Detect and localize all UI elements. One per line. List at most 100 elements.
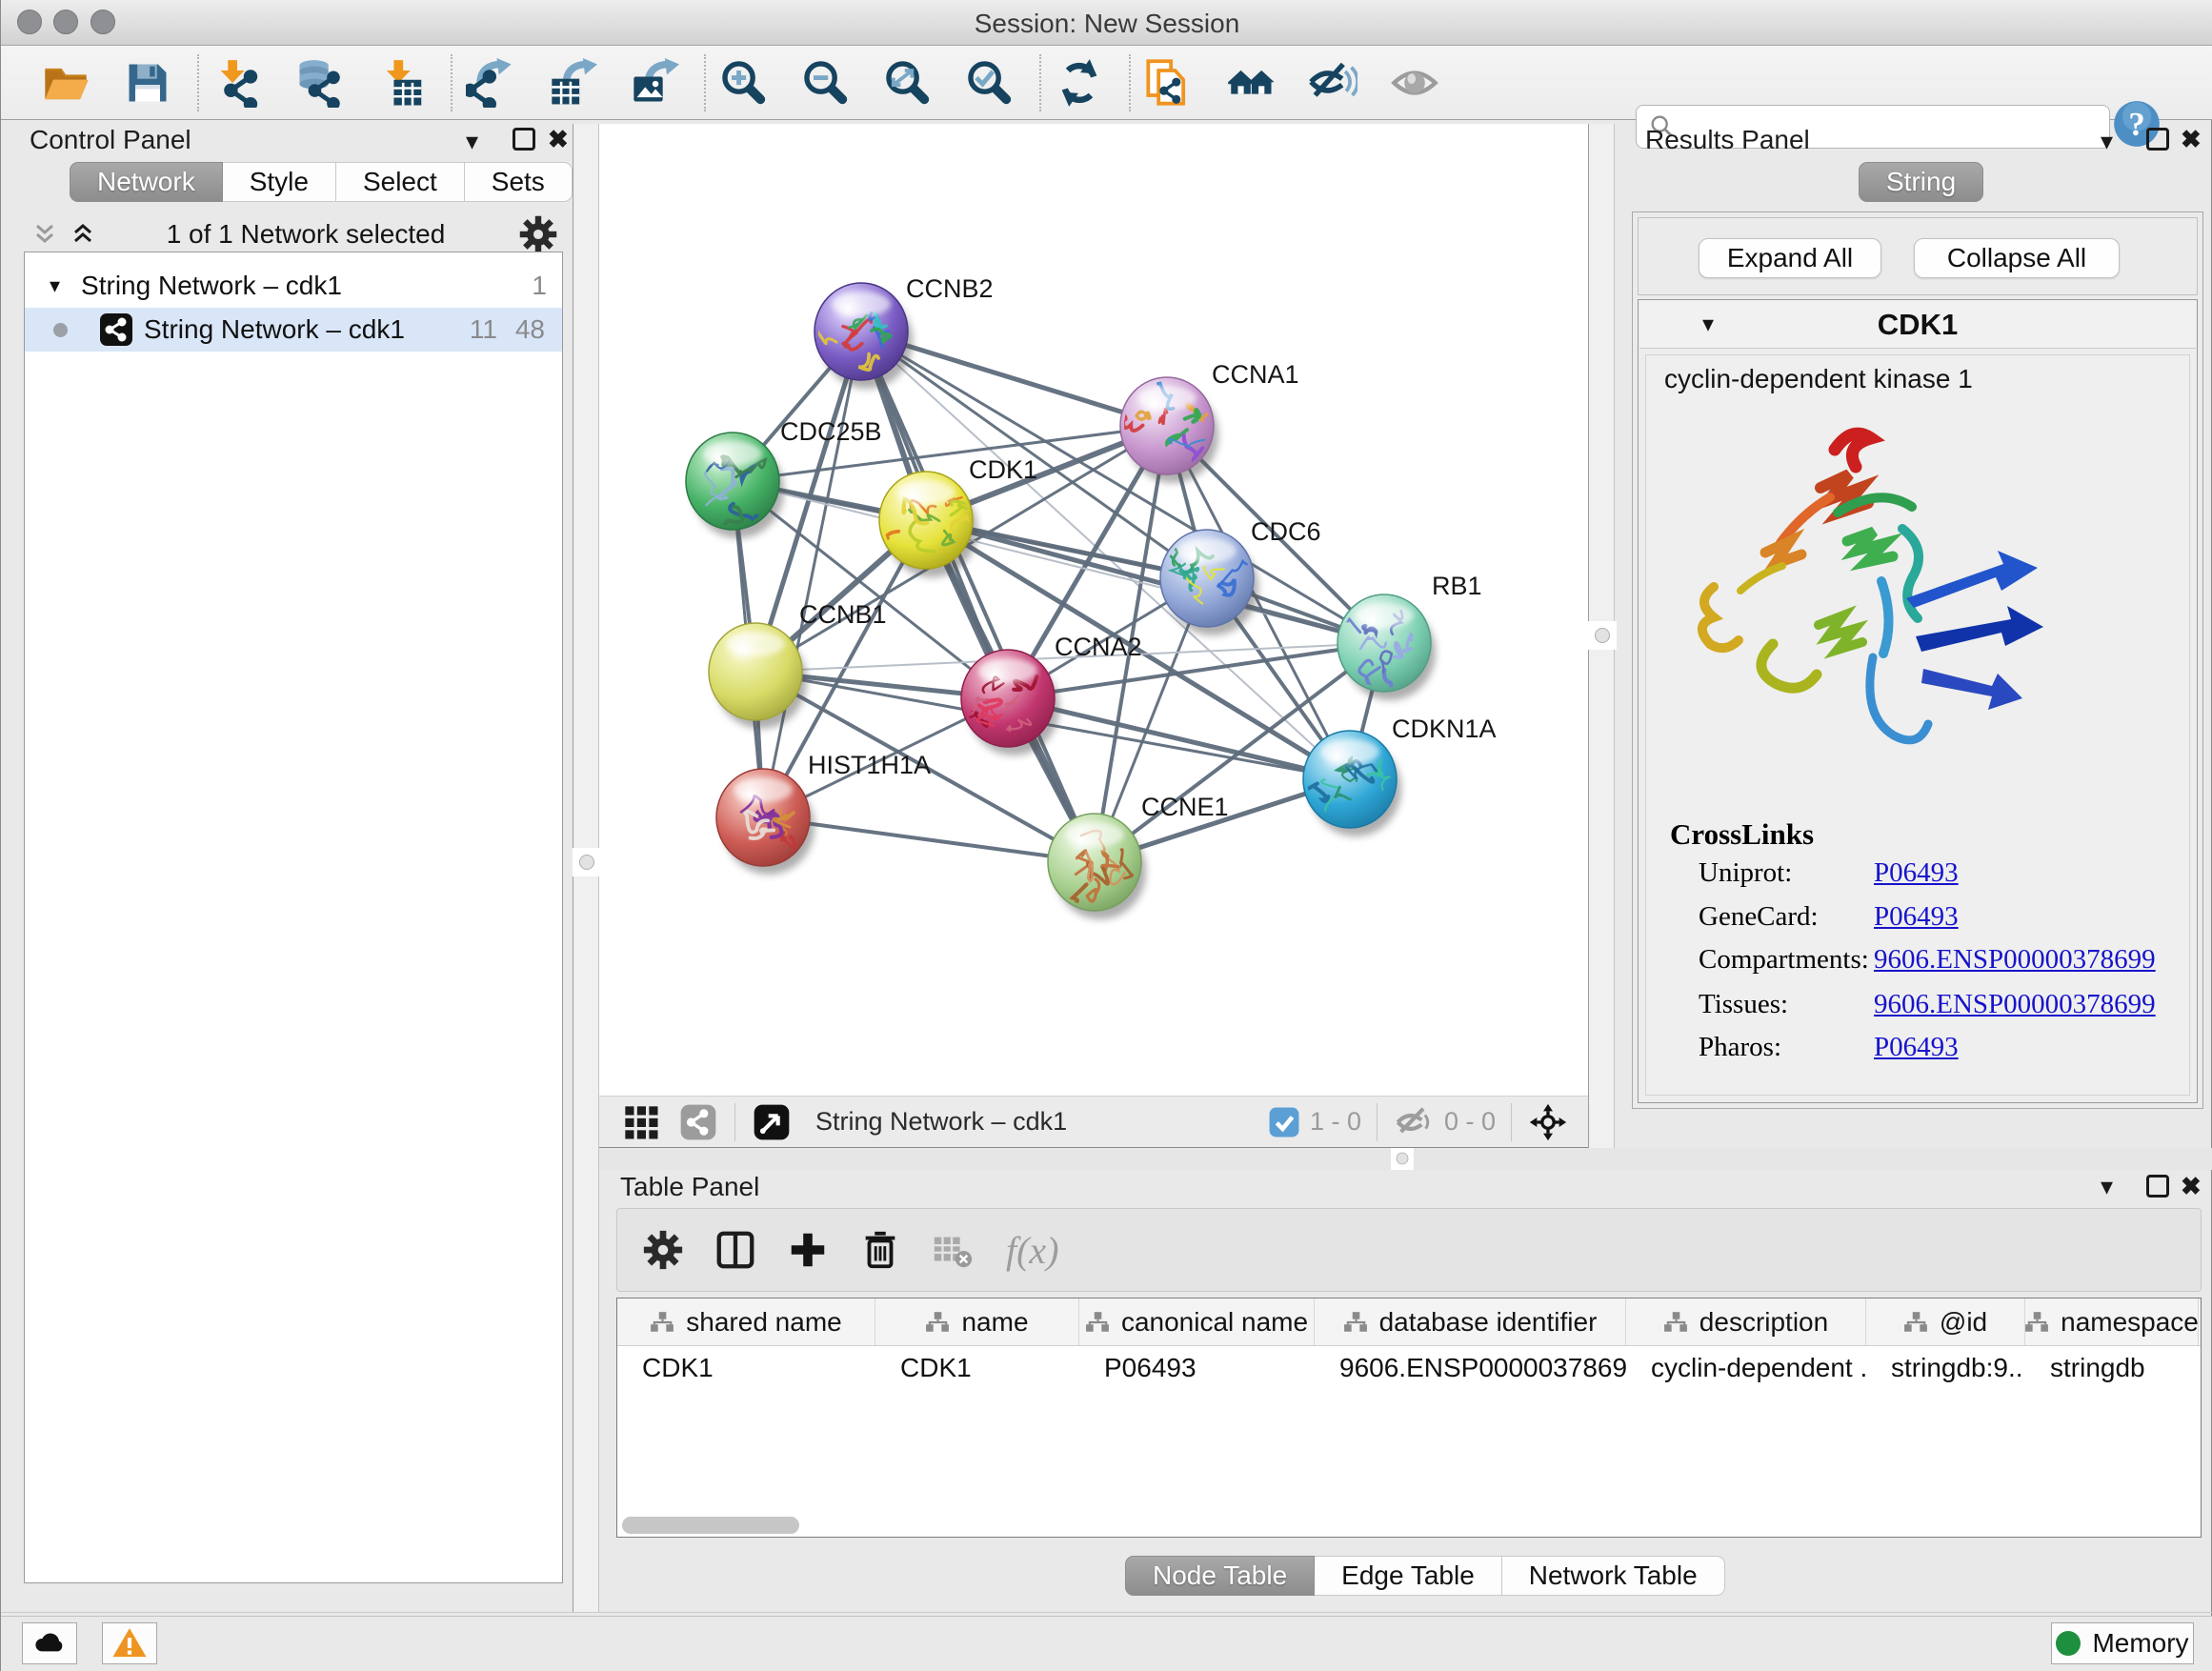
expand-all-networks-icon[interactable] (33, 222, 56, 247)
fit-selected-crosshair-icon[interactable] (1527, 1101, 1569, 1143)
node-table[interactable]: shared namenamecanonical namedatabase id… (616, 1298, 2202, 1538)
crosslink-value-link[interactable]: 9606.ENSP00000378699 (1874, 989, 2156, 1020)
horizontal-splitter-handle[interactable] (1391, 1147, 1414, 1170)
crosslink-value-link[interactable]: 9606.ENSP00000378699 (1874, 944, 2156, 976)
crosslink-value-link[interactable]: P06493 (1874, 1032, 1959, 1063)
network-row-selected[interactable]: String Network – cdk1 11 48 (25, 308, 562, 352)
control-panel-float-icon[interactable] (513, 128, 535, 151)
cloud-button[interactable] (22, 1622, 77, 1664)
table-cell[interactable]: CDK1 (617, 1346, 875, 1390)
table-panel-close-icon[interactable]: ✖ (2181, 1172, 2202, 1201)
network-graph[interactable]: CCNB2 CCNA1 CDC25B CDK1 CDC6 (599, 124, 1588, 1096)
share-document-icon[interactable] (1142, 56, 1196, 110)
control-panel-collapse-icon[interactable]: ▾ (466, 127, 478, 156)
share-network-icon[interactable] (677, 1101, 719, 1143)
network-node-HIST1H1A[interactable]: HIST1H1A (716, 751, 931, 875)
open-session-icon[interactable] (39, 56, 92, 110)
column-header-shared-name[interactable]: shared name (617, 1299, 875, 1345)
scrollbar-thumb[interactable] (622, 1517, 799, 1534)
network-edge[interactable] (861, 332, 1095, 862)
column-header--id[interactable]: @id (1866, 1299, 2025, 1345)
right-splitter-handle[interactable] (1588, 621, 1617, 650)
table-row[interactable]: CDK1CDK1P064939606.ENSP00000378699cyclin… (617, 1346, 2201, 1390)
network-node-CCNB2[interactable]: CCNB2 (801, 274, 994, 389)
crosslink-value-link[interactable]: P06493 (1874, 857, 1959, 889)
import-table-icon[interactable] (374, 56, 428, 110)
memory-button[interactable]: Memory (2051, 1622, 2194, 1664)
crosslink-value-link[interactable]: P06493 (1874, 901, 1959, 933)
results-panel-float-icon[interactable] (2146, 128, 2169, 151)
home-networks-icon[interactable] (1224, 56, 1277, 110)
control-panel-close-icon[interactable]: ✖ (548, 125, 569, 154)
delete-column-trash-icon[interactable] (855, 1225, 905, 1275)
import-database-icon[interactable] (292, 56, 346, 110)
network-node-RB1[interactable]: RB1 (1326, 572, 1482, 700)
table-cell[interactable]: cyclin-dependent ... (1626, 1346, 1866, 1390)
tree-expand-icon[interactable]: ▾ (50, 273, 60, 298)
tab-select[interactable]: Select (336, 162, 465, 202)
table-horizontal-scrollbar[interactable] (622, 1517, 2194, 1534)
network-node-CDKN1A[interactable]: CDKN1A (1303, 715, 1497, 836)
network-edge[interactable] (763, 332, 861, 817)
export-table-icon[interactable] (546, 56, 599, 110)
collapse-all-button[interactable]: Collapse All (1914, 238, 2120, 278)
left-splitter-handle[interactable] (573, 848, 601, 876)
table-panel-float-icon[interactable] (2146, 1175, 2169, 1198)
save-session-icon[interactable] (121, 56, 174, 110)
column-header-description[interactable]: description (1626, 1299, 1866, 1345)
table-cell[interactable]: stringdb (2025, 1346, 2199, 1390)
tab-network-table[interactable]: Network Table (1502, 1556, 1725, 1596)
network-canvas[interactable]: CCNB2 CCNA1 CDC25B CDK1 CDC6 (599, 124, 1588, 1096)
column-header-name[interactable]: name (875, 1299, 1079, 1345)
table-cell[interactable]: 9606.ENSP00000378699 (1315, 1346, 1626, 1390)
zoom-out-icon[interactable] (799, 56, 853, 110)
warnings-button[interactable] (102, 1622, 157, 1664)
zoom-selected-icon[interactable] (963, 56, 1016, 110)
function-builder-icon[interactable]: f(x) (1006, 1228, 1059, 1273)
column-header-database-identifier[interactable]: database identifier (1315, 1299, 1626, 1345)
tab-edge-table[interactable]: Edge Table (1315, 1556, 1502, 1596)
tab-node-table[interactable]: Node Table (1125, 1556, 1315, 1596)
table-cell[interactable]: CDK1 (875, 1346, 1079, 1390)
hide-graphics-icon[interactable] (1306, 56, 1359, 110)
results-panel-close-icon[interactable]: ✖ (2181, 125, 2202, 154)
table-cell[interactable]: stringdb:9... (1866, 1346, 2025, 1390)
network-node-CCNE1[interactable]: CCNE1 (1048, 793, 1229, 919)
show-graphics-icon[interactable] (1388, 56, 1441, 110)
section-collapse-icon[interactable]: ▾ (1702, 311, 1714, 338)
delete-table-icon[interactable] (928, 1225, 977, 1275)
zoom-in-icon[interactable] (717, 56, 771, 110)
table-gear-icon[interactable] (638, 1225, 688, 1275)
import-network-icon[interactable] (211, 56, 264, 110)
column-header-canonical-name[interactable]: canonical name (1079, 1299, 1315, 1345)
grid-view-icon[interactable] (620, 1101, 662, 1143)
refresh-icon[interactable] (1053, 56, 1106, 110)
table-cell[interactable]: P06493 (1079, 1346, 1315, 1390)
left-splitter[interactable] (573, 124, 599, 1612)
zoom-fit-icon[interactable] (881, 56, 935, 110)
create-column-plus-icon[interactable] (783, 1225, 833, 1275)
network-node-CCNB1[interactable]: CCNB1 (709, 600, 887, 729)
network-node-CDK1[interactable]: CDK1 (872, 455, 1037, 577)
tab-sets[interactable]: Sets (465, 162, 573, 202)
tab-string[interactable]: String (1859, 162, 1983, 202)
hidden-eye-icon[interactable] (1393, 1101, 1435, 1143)
show-columns-icon[interactable] (711, 1225, 760, 1275)
column-header-namespace[interactable]: namespace (2025, 1299, 2199, 1345)
expand-all-button[interactable]: Expand All (1699, 238, 1881, 278)
network-collection-row[interactable]: ▾ String Network – cdk1 1 (25, 264, 562, 308)
horizontal-splitter[interactable] (599, 1148, 2212, 1170)
tab-network[interactable]: Network (70, 162, 223, 202)
cdk1-section-header[interactable]: ▾ CDK1 (1639, 301, 2196, 349)
birds-eye-view-icon[interactable] (751, 1101, 793, 1143)
export-network-icon[interactable] (464, 56, 517, 110)
export-image-icon[interactable] (628, 56, 681, 110)
results-panel-collapse-icon[interactable]: ▾ (2101, 127, 2113, 156)
network-options-gear-icon[interactable] (517, 213, 559, 255)
tab-style[interactable]: Style (223, 162, 336, 202)
collapse-all-networks-icon[interactable] (71, 222, 94, 247)
table-panel-collapse-icon[interactable]: ▾ (2101, 1172, 2113, 1201)
selected-checkbox-icon[interactable] (1268, 1106, 1300, 1138)
right-splitter[interactable] (1588, 124, 1615, 1148)
network-node-CCNA1[interactable]: CCNA1 (1120, 360, 1299, 483)
